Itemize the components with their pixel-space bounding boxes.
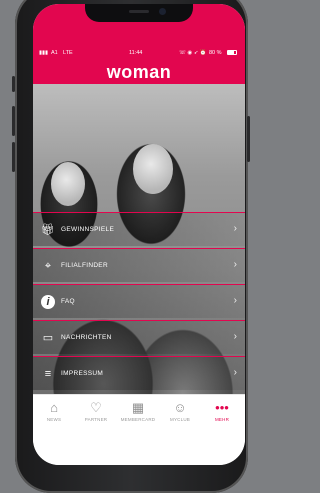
chevron-right-icon: ›	[233, 223, 237, 234]
status-icons: ☏ ◉ ➶ ⏰	[179, 50, 207, 56]
info-icon: i	[41, 295, 55, 309]
menu-item-gewinnspiele[interactable]: 🎁︎ GEWINNSPIELE ›	[33, 212, 245, 246]
home-indicator-area	[33, 434, 245, 465]
location-pin-icon: ⌖	[44, 260, 52, 272]
chevron-right-icon: ›	[233, 367, 237, 378]
tab-label: MYCLUB	[170, 417, 190, 422]
tab-label: MEMBERCARD	[120, 417, 156, 422]
woman-right-face	[133, 144, 173, 194]
tab-label: PARTNER	[84, 417, 108, 422]
heart-icon: ♡	[90, 400, 102, 415]
home-icon: ⌂	[50, 400, 58, 415]
message-icon: ▭	[42, 332, 54, 344]
app-screen: ▮▮▮ A1 LTE 11:44 ☏ ◉ ➶ ⏰ 80 % woman 🎁︎ G…	[33, 4, 245, 465]
tab-myclub[interactable]: ☺ MYCLUB	[159, 399, 201, 433]
menu-item-nachrichten[interactable]: ▭ NACHRICHTEN ›	[33, 320, 245, 354]
menu-lines-icon: ≡	[44, 368, 52, 380]
smiley-icon: ☺	[173, 400, 187, 415]
volume-up-button	[12, 106, 15, 136]
menu-item-label: NACHRICHTEN	[61, 334, 112, 341]
app-logo: woman	[106, 62, 172, 82]
menu-item-label: FILIALFINDER	[61, 262, 108, 269]
gift-icon: 🎁︎	[41, 224, 55, 236]
woman-left-face	[51, 162, 85, 206]
menu-item-label: IMPRESSUM	[61, 370, 104, 377]
tab-partner[interactable]: ♡ PARTNER	[75, 399, 117, 433]
volume-down-button	[12, 142, 15, 172]
chevron-right-icon: ›	[233, 295, 237, 306]
menu-item-label: FAQ	[61, 298, 75, 305]
menu-item-filialfinder[interactable]: ⌖ FILIALFINDER ›	[33, 248, 245, 282]
tab-news[interactable]: ⌂ NEWS	[33, 399, 75, 433]
mute-switch	[12, 76, 15, 92]
chevron-right-icon: ›	[233, 331, 237, 342]
tab-label: NEWS	[46, 417, 62, 422]
menu-item-label: GEWINNSPIELE	[61, 226, 115, 233]
power-button	[247, 116, 250, 162]
carrier-label: A1	[51, 50, 58, 56]
app-header: ▮▮▮ A1 LTE 11:44 ☏ ◉ ➶ ⏰ 80 % woman	[33, 4, 245, 84]
tab-bar: ⌂ NEWS ♡ PARTNER ▦ MEMBERCARD ☺ MYCLUB •…	[33, 394, 245, 434]
tab-label: MEHR	[214, 417, 230, 422]
menu-item-impressum[interactable]: ≡ IMPRESSUM ›	[33, 356, 245, 390]
clock: 11:44	[129, 50, 143, 56]
more-dots-icon: •••	[215, 400, 229, 415]
qr-code-icon: ▦	[131, 400, 145, 415]
tab-mehr[interactable]: ••• MEHR	[201, 399, 243, 433]
network-label: LTE	[63, 50, 73, 56]
status-bar: ▮▮▮ A1 LTE 11:44 ☏ ◉ ➶ ⏰ 80 %	[33, 50, 245, 60]
battery-icon	[227, 50, 237, 55]
battery-percent: 80 %	[209, 50, 222, 56]
chevron-right-icon: ›	[233, 259, 237, 270]
tab-membercard[interactable]: ▦ MEMBERCARD	[117, 399, 159, 433]
signal-icon: ▮▮▮	[39, 50, 49, 56]
notch	[85, 4, 193, 22]
menu-item-faq[interactable]: i FAQ ›	[33, 284, 245, 318]
